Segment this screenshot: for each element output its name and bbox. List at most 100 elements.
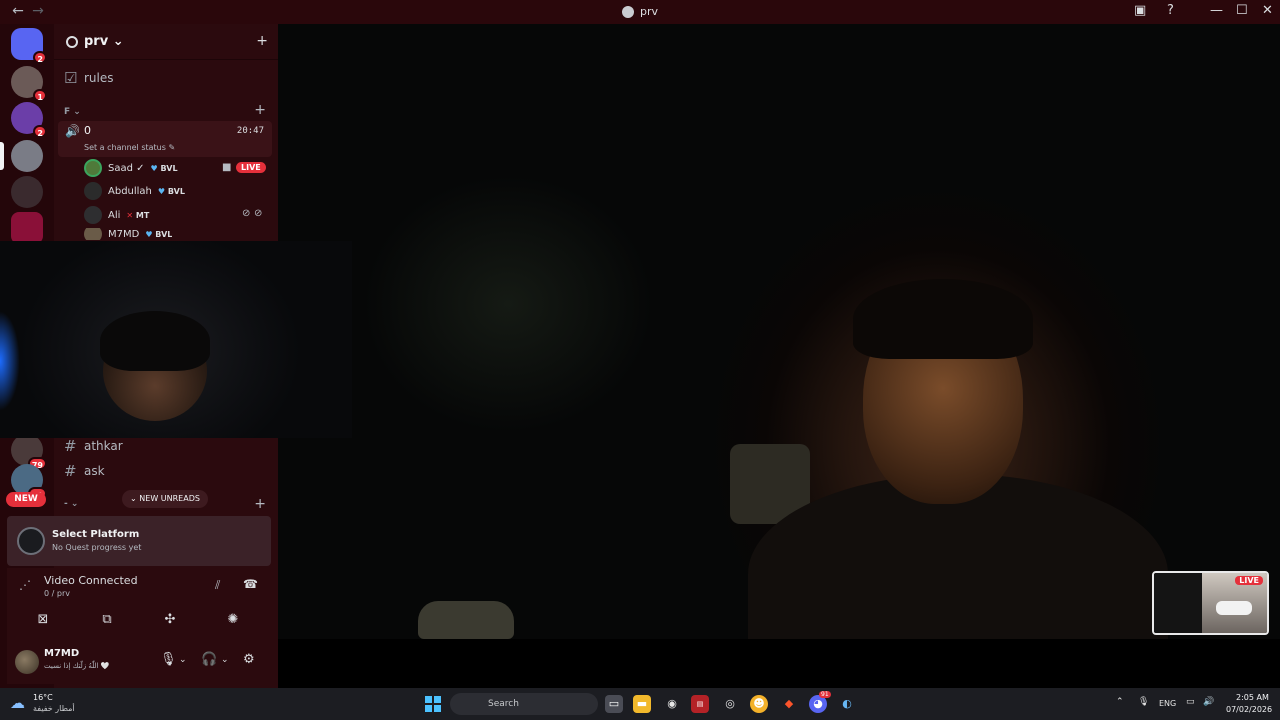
heart-icon: ♥ xyxy=(150,163,158,173)
screen-share-icon[interactable]: ⧉ xyxy=(81,608,133,632)
heart-icon: ♥ xyxy=(145,229,153,239)
search-input[interactable]: Search xyxy=(450,693,598,715)
camera-off-icon[interactable]: ⊠ xyxy=(17,608,69,632)
create-channel-button[interactable]: + xyxy=(254,102,266,118)
weather-temperature[interactable]: 16°C xyxy=(33,693,53,702)
network-icon[interactable]: ▭ xyxy=(1186,697,1195,707)
voice-channel-name: 0 xyxy=(84,124,91,137)
chevron-up-icon[interactable]: ⌃ xyxy=(1116,697,1124,707)
channel-rules[interactable]: ☑ rules xyxy=(64,67,114,89)
guild-header[interactable]: prv ⌄ + xyxy=(54,24,278,60)
voice-user-name: M7MD xyxy=(108,228,140,240)
server-icon-2[interactable]: 2 xyxy=(11,102,47,138)
activities-icon[interactable]: ✣ xyxy=(144,608,196,632)
steelseries-icon[interactable]: ◉ xyxy=(663,695,681,713)
server-icon-3[interactable] xyxy=(11,140,43,172)
gear-icon[interactable]: ⚙ xyxy=(243,652,255,667)
category-f[interactable]: F ⌄ xyxy=(64,107,81,117)
self-video[interactable] xyxy=(0,241,352,438)
channel-label: ask xyxy=(84,464,105,478)
forward-button[interactable]: → xyxy=(28,3,48,19)
weather-icon[interactable]: ☁ xyxy=(10,694,25,712)
voice-status-title[interactable]: Video Connected xyxy=(44,574,138,587)
voice-timer: 20:47 xyxy=(236,126,264,136)
headphones-icon[interactable]: 🎧 xyxy=(201,652,217,667)
inbox-icon[interactable]: ▣ xyxy=(1134,3,1146,18)
user-name[interactable]: M7MD xyxy=(44,648,79,659)
new-unreads-button[interactable]: ⌄ NEW UNREADS xyxy=(122,490,208,508)
stream-preview[interactable]: LIVE xyxy=(1152,571,1269,635)
new-badge[interactable]: NEW xyxy=(6,492,46,507)
voice-user-tag: ♥ BVL xyxy=(158,187,185,196)
microphone-icon[interactable]: 🎙 xyxy=(1138,697,1149,707)
voice-user-abdullah[interactable]: Abdullah ♥ BVL xyxy=(84,181,185,201)
voice-user-saad[interactable]: Saad ✓ ♥ BVL xyxy=(84,158,178,178)
voice-user-ali[interactable]: Ali ✕ MT xyxy=(84,205,149,225)
steam-icon[interactable]: ◐ xyxy=(838,695,856,713)
minimize-button[interactable]: — xyxy=(1210,3,1223,18)
voice-user-name: Saad ✓ xyxy=(108,162,145,174)
server-icon-5[interactable] xyxy=(11,212,43,244)
disconnect-icon[interactable]: ☎ xyxy=(243,577,258,591)
video-stage: LIVE xyxy=(278,24,1280,688)
microphone-icon[interactable]: 🎙 xyxy=(160,652,177,667)
hash-icon: # xyxy=(64,437,77,455)
category-dash[interactable]: - ⌄ xyxy=(64,499,78,509)
channel-athkar[interactable]: # athkar xyxy=(64,435,123,457)
avatar[interactable] xyxy=(15,650,39,674)
start-button[interactable] xyxy=(425,696,441,712)
voice-status-subtitle[interactable]: 0 / prv xyxy=(44,589,70,598)
noise-suppression-icon[interactable]: ⫽ xyxy=(215,578,220,593)
voice-user-tag: ♥ BVL xyxy=(145,230,172,239)
channel-status-prompt[interactable]: Set a channel status ✎ xyxy=(84,143,175,152)
maximize-button[interactable]: ☐ xyxy=(1236,3,1248,18)
chevron-down-icon[interactable]: ⌄ xyxy=(179,655,187,665)
server-icon-4[interactable] xyxy=(11,176,43,208)
close-button[interactable]: ✕ xyxy=(1262,3,1273,18)
brave-icon[interactable]: ◆ xyxy=(780,695,798,713)
discord-home-icon[interactable]: 2 xyxy=(11,28,47,64)
invite-button[interactable]: + xyxy=(256,33,268,49)
badge: 2 xyxy=(33,125,47,138)
window-title: prv xyxy=(622,5,658,18)
server-icon-1[interactable]: 1 xyxy=(11,66,47,102)
obs-icon[interactable]: ◎ xyxy=(721,695,739,713)
windows-taskbar: ☁ 16°C أمطار خفيفة ⌕ Search ▭ ▬ ◉ ▤ ◎ ☻ … xyxy=(0,688,1280,720)
server-icon xyxy=(622,5,634,18)
help-icon[interactable]: ? xyxy=(1167,3,1174,18)
quest-icon xyxy=(17,527,45,555)
voice-user-tag: ♥ BVL xyxy=(151,164,178,173)
quest-card[interactable]: Select Platform No Quest progress yet xyxy=(7,516,271,566)
volume-icon[interactable]: 🔊 xyxy=(1203,697,1214,707)
clock-time[interactable]: 2:05 AM xyxy=(1236,693,1269,702)
clock-date[interactable]: 07/02/2026 xyxy=(1226,705,1272,714)
voice-user-m7md[interactable]: M7MD ♥ BVL xyxy=(84,228,172,240)
chevron-down-icon[interactable]: ⌄ xyxy=(221,655,229,665)
live-badge: LIVE xyxy=(1235,576,1263,585)
tag-text: BVL xyxy=(155,229,173,239)
app-icon-yellow[interactable]: ☻ xyxy=(750,695,768,713)
person-hair xyxy=(100,311,210,371)
channel-ask[interactable]: # ask xyxy=(64,460,105,482)
server-icon-athkar[interactable]: 79 xyxy=(11,434,47,470)
voice-channel-0[interactable]: 🔊 0 20:47 Set a channel status ✎ xyxy=(58,121,272,157)
create-channel-button-2[interactable]: + xyxy=(254,496,266,512)
app-icon[interactable]: ▤ xyxy=(691,695,709,713)
back-button[interactable]: ← xyxy=(8,3,28,19)
channel-label: rules xyxy=(84,71,114,85)
guild-name-text: prv xyxy=(84,34,109,49)
file-explorer-icon[interactable]: ▬ xyxy=(633,695,651,713)
language-indicator[interactable]: ENG xyxy=(1159,699,1176,708)
user-custom-status[interactable]: اللّٰهُ زلّتك إذا نسيت 🤍 xyxy=(44,662,110,670)
task-view-icon[interactable]: ▭ xyxy=(605,695,623,713)
start-tile xyxy=(425,705,432,712)
weather-description[interactable]: أمطار خفيفة xyxy=(33,704,75,713)
hash-icon: # xyxy=(64,462,77,480)
signal-icon[interactable]: ⋰ xyxy=(19,578,31,592)
soundboard-icon[interactable]: ✺ xyxy=(207,608,259,632)
voice-speaker-icon: 🔊 xyxy=(65,124,80,138)
participant-video[interactable] xyxy=(278,24,1280,639)
avatar xyxy=(84,228,102,240)
rules-icon: ☑ xyxy=(64,69,78,87)
guild-name[interactable]: prv ⌄ xyxy=(84,34,124,49)
